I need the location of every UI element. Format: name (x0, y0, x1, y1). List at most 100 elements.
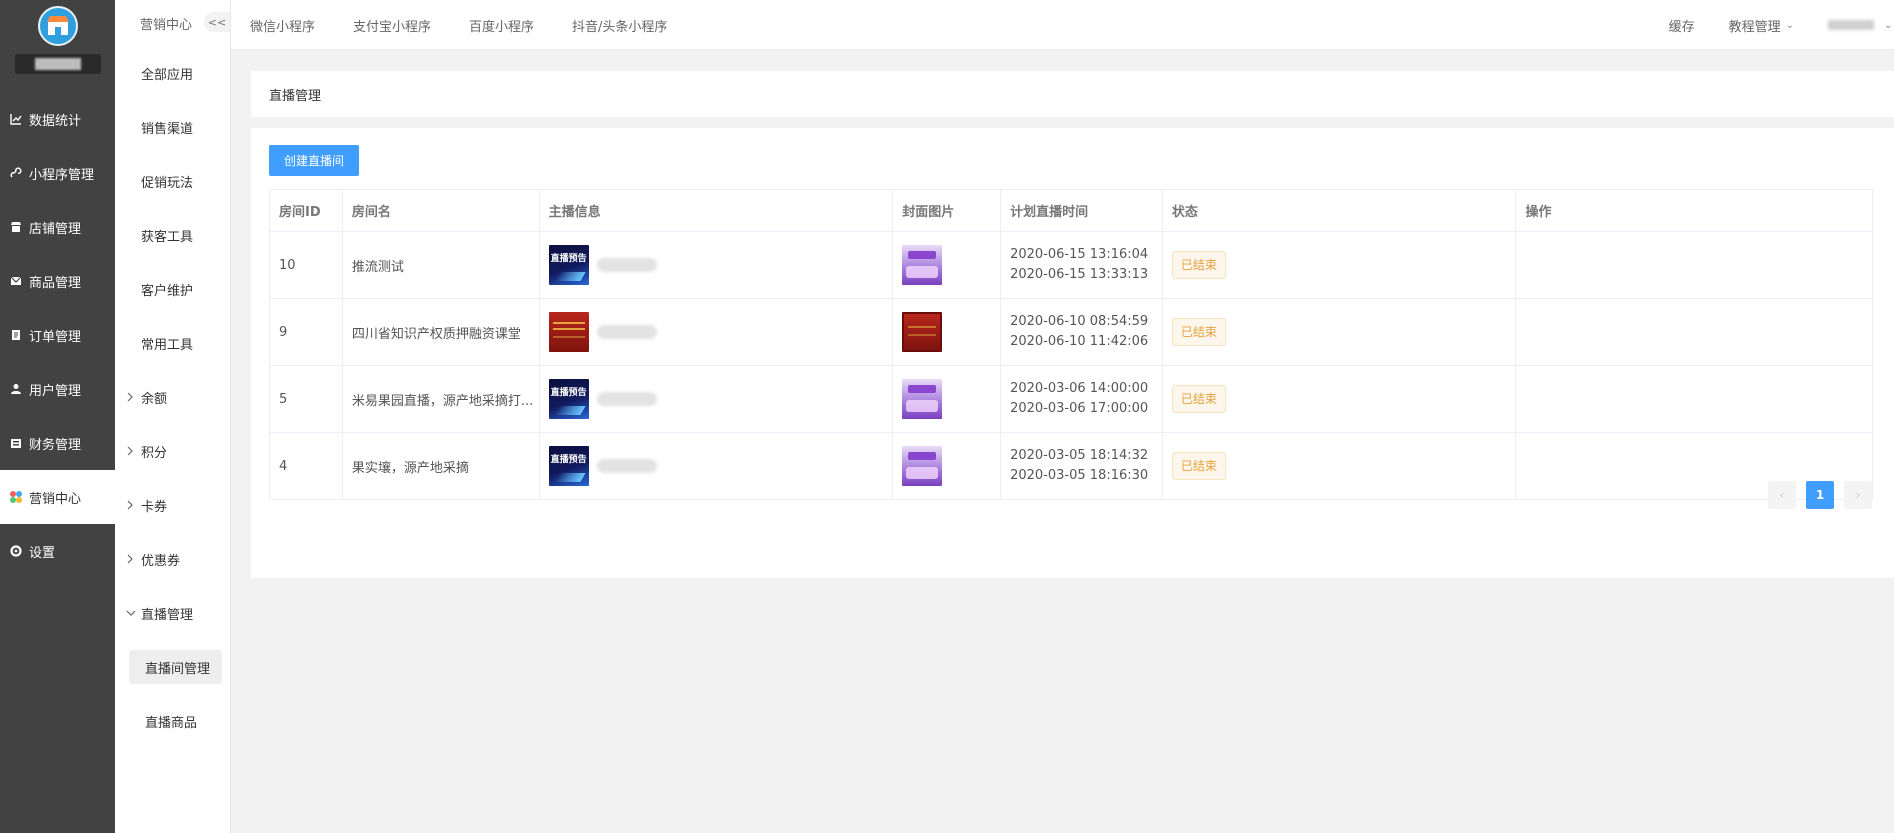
chevron-right-icon (126, 500, 138, 510)
status-badge: 已结束 (1171, 251, 1226, 279)
status-cell: 已结束 (1163, 366, 1517, 432)
marketing-icon (9, 490, 23, 504)
sidebar-item-orders[interactable]: 订单管理 (0, 308, 115, 362)
anchor-avatar: 直播预告 (548, 245, 589, 285)
cover-image[interactable] (902, 446, 943, 486)
subnav-item-all-apps[interactable]: 全部应用 (115, 46, 230, 100)
schedule-cell: 2020-06-15 13:16:04 2020-06-15 13:33:13 (1001, 232, 1163, 298)
mail-icon (9, 274, 23, 288)
cache-link[interactable]: 缓存 (1669, 16, 1695, 35)
start-time: 2020-03-06 14:00:00 (1010, 381, 1149, 396)
sidebar-item-label: 数据统计 (29, 113, 82, 129)
sidebar-item-marketing[interactable]: 营销中心 (0, 470, 115, 524)
main-sidebar: 数据统计 小程序管理 店铺管理 商品管理 订单管理 用户管理 财务管理 营销中心… (0, 0, 115, 833)
tutorial-menu[interactable]: 教程管理 ⌄ (1729, 16, 1794, 35)
room-id: 9 (270, 299, 343, 365)
actions-cell (1516, 232, 1872, 298)
column-header-cover: 封面图片 (893, 190, 1002, 231)
subnav-group-points[interactable]: 积分 (115, 424, 230, 478)
anchor-nickname-redacted (596, 392, 657, 406)
create-live-room-button[interactable]: 创建直播间 (269, 145, 359, 176)
tab-douyin[interactable]: 抖音/头条小程序 (553, 16, 686, 35)
sidebar-item-settings[interactable]: 设置 (0, 524, 115, 578)
subnav-group-balance[interactable]: 余额 (115, 370, 230, 424)
sidebar-item-users[interactable]: 用户管理 (0, 362, 115, 416)
anchor-avatar: 直播预告 (548, 379, 589, 419)
subnav-item-sales-channel[interactable]: 销售渠道 (115, 100, 230, 154)
sidebar-item-stats[interactable]: 数据统计 (0, 92, 115, 146)
subnav-item-live-goods[interactable]: 直播商品 (115, 694, 230, 748)
store-logo-icon[interactable] (37, 6, 78, 46)
actions-cell (1516, 366, 1872, 432)
column-header-anchor: 主播信息 (540, 190, 894, 231)
subnav-item-label: 全部应用 (141, 67, 194, 83)
schedule-cell: 2020-03-05 18:14:32 2020-03-05 18:16:30 (1001, 433, 1163, 499)
tab-wechat[interactable]: 微信小程序 (231, 16, 334, 35)
sidebar-item-label: 设置 (29, 545, 56, 561)
subnav-group-cards[interactable]: 卡券 (115, 478, 230, 532)
room-name: 推流测试 (343, 232, 540, 298)
subnav-group-live[interactable]: 直播管理 (115, 586, 230, 640)
subnav-item-promotion[interactable]: 促销玩法 (115, 154, 230, 208)
room-id: 5 (270, 366, 343, 432)
subnav-child-label: 直播商品 (145, 715, 198, 731)
subnav-item-customer-care[interactable]: 客户维护 (115, 262, 230, 316)
subnav-item-live-room-management[interactable]: 直播间管理 (115, 640, 230, 694)
subnav-group-label: 卡券 (141, 499, 168, 515)
table-row: 5 米易果园直播，源产地采摘打... 直播预告 2020-03-06 14:00… (270, 366, 1872, 433)
subnav-item-common-tools[interactable]: 常用工具 (115, 316, 230, 370)
table-header-row: 房间ID 房间名 主播信息 封面图片 计划直播时间 状态 操作 (270, 190, 1872, 232)
column-header-room-id: 房间ID (270, 190, 343, 231)
anchor-info (540, 299, 894, 365)
subnav-item-label: 促销玩法 (141, 175, 194, 191)
subnav-group-label: 直播管理 (141, 607, 194, 623)
start-time: 2020-06-15 13:16:04 (1010, 247, 1149, 262)
column-header-status: 状态 (1163, 190, 1517, 231)
tab-alipay[interactable]: 支付宝小程序 (334, 16, 450, 35)
anchor-nickname-redacted (596, 325, 657, 339)
sidebar-item-finance[interactable]: 财务管理 (0, 416, 115, 470)
status-cell: 已结束 (1163, 299, 1517, 365)
tab-baidu[interactable]: 百度小程序 (450, 16, 553, 35)
room-name: 米易果园直播，源产地采摘打... (343, 366, 540, 432)
subnav-item-label: 销售渠道 (141, 121, 194, 137)
cover-image[interactable] (902, 245, 943, 285)
actions-cell (1516, 299, 1872, 365)
collapse-button[interactable]: << (204, 12, 230, 32)
page-number-current[interactable]: 1 (1806, 481, 1834, 509)
cover-image[interactable] (902, 312, 943, 352)
live-room-panel: 创建直播间 房间ID 房间名 主播信息 封面图片 计划直播时间 状态 操作 10… (251, 128, 1894, 578)
status-cell: 已结束 (1163, 433, 1517, 499)
sidebar-item-label: 用户管理 (29, 383, 82, 399)
sidebar-item-miniprogram[interactable]: 小程序管理 (0, 146, 115, 200)
subnav-item-acquisition[interactable]: 获客工具 (115, 208, 230, 262)
chart-icon (9, 112, 23, 126)
anchor-info: 直播预告 (540, 433, 894, 499)
next-page-button[interactable]: › (1844, 481, 1872, 509)
table-row: 10 推流测试 直播预告 2020-06-15 13:16:04 2020-06-… (270, 232, 1872, 299)
prev-page-button[interactable]: ‹ (1768, 481, 1796, 509)
status-badge: 已结束 (1171, 385, 1226, 413)
subnav-group-coupons[interactable]: 优惠券 (115, 532, 230, 586)
start-time: 2020-06-10 08:54:59 (1010, 314, 1149, 329)
chevron-down-icon[interactable]: ⌄ (1884, 20, 1894, 31)
cover-image[interactable] (902, 379, 943, 419)
anchor-nickname-redacted (596, 258, 657, 272)
sidebar-item-store[interactable]: 店铺管理 (0, 200, 115, 254)
anchor-info: 直播预告 (540, 366, 894, 432)
pagination: ‹ 1 › (1758, 481, 1872, 509)
subnav-header: 营销中心 << (115, 0, 230, 46)
chevron-down-icon (126, 609, 138, 617)
secondary-sidebar: 营销中心 << 全部应用 销售渠道 促销玩法 获客工具 客户维护 常用工具 余额… (115, 0, 231, 833)
wallet-icon (9, 436, 23, 450)
column-header-actions: 操作 (1525, 205, 1552, 220)
user-menu[interactable] (1828, 18, 1874, 32)
brand-area (0, 0, 115, 92)
column-header-schedule: 计划直播时间 (1001, 190, 1163, 231)
end-time: 2020-03-05 18:16:30 (1010, 468, 1149, 483)
subnav-child-label: 直播间管理 (129, 650, 222, 684)
sidebar-item-goods[interactable]: 商品管理 (0, 254, 115, 308)
room-id: 4 (270, 433, 343, 499)
page-title: 直播管理 (269, 88, 322, 104)
sidebar-item-label: 财务管理 (29, 437, 82, 453)
